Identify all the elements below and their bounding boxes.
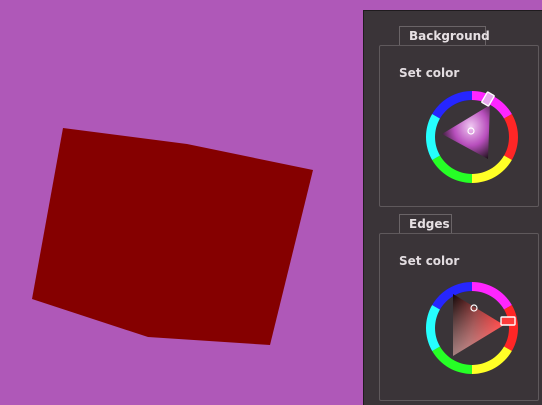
tab-background-label: Background (409, 29, 490, 43)
tab-edges-label: Edges (409, 217, 450, 231)
edges-hue-handle[interactable] (500, 316, 516, 326)
properties-panel: Background Set color Edges Set color (363, 10, 542, 405)
edges-set-color-label: Set color (399, 254, 460, 268)
3d-viewport[interactable] (0, 0, 363, 405)
tab-edges[interactable]: Edges (399, 214, 452, 233)
background-group: Set color (379, 45, 539, 207)
tab-background[interactable]: Background (399, 26, 490, 45)
background-sv-triangle[interactable] (442, 105, 490, 159)
viewport-canvas[interactable] (0, 0, 363, 405)
edges-group: Set color (379, 233, 539, 401)
edges-color-wheel[interactable] (422, 278, 522, 378)
background-color-wheel[interactable] (422, 87, 522, 187)
background-set-color-label: Set color (399, 66, 460, 80)
shape-polygon[interactable] (32, 128, 313, 345)
